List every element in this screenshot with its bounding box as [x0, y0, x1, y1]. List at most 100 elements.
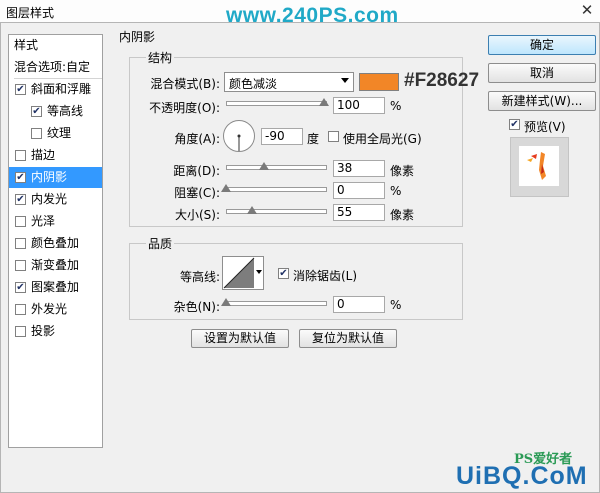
title-bar: 图层样式 www.240PS.com ✕: [0, 0, 600, 27]
contour-curve-icon: [223, 257, 255, 289]
style-checkbox[interactable]: ✔: [15, 194, 26, 205]
section-title: 内阴影: [117, 28, 158, 45]
angle-unit: 度: [307, 132, 320, 146]
style-item-label: 投影: [31, 324, 56, 338]
choke-input[interactable]: 0: [333, 182, 385, 199]
contour-label: 等高线:: [179, 270, 220, 284]
distance-label: 距离(D):: [173, 164, 220, 178]
style-item-label: 光泽: [31, 214, 56, 228]
style-item-label: 内发光: [31, 192, 68, 206]
close-button[interactable]: ✕: [576, 0, 598, 20]
style-item-label: 渐变叠加: [31, 258, 80, 272]
style-list-item[interactable]: ✔ 斜面和浮雕: [9, 79, 102, 100]
chevron-down-icon: [256, 270, 262, 274]
style-checkbox[interactable]: ✔: [31, 106, 42, 117]
color-annotation: #F28627: [404, 70, 480, 91]
opacity-label: 不透明度(O):: [149, 101, 220, 115]
style-checkbox[interactable]: ✔: [15, 282, 26, 293]
shadow-color-swatch[interactable]: [359, 73, 399, 91]
preview-label: 预览(V): [524, 120, 566, 134]
footer-site: UiBQ.CoM: [456, 462, 588, 490]
style-list-item[interactable]: 纹理: [9, 123, 102, 144]
noise-input[interactable]: 0: [333, 296, 385, 313]
noise-label: 杂色(N):: [173, 300, 220, 314]
cancel-button[interactable]: 取消: [488, 63, 596, 83]
preview-image: [527, 152, 546, 180]
new-style-button[interactable]: 新建样式(W)...: [488, 91, 596, 111]
preview-thumbnail: [510, 137, 569, 197]
style-checkbox[interactable]: [15, 238, 26, 249]
choke-slider[interactable]: [226, 187, 327, 192]
blend-mode-label: 混合模式(B):: [150, 77, 220, 91]
choke-slider-thumb[interactable]: [221, 184, 231, 192]
style-checkbox[interactable]: [15, 304, 26, 315]
antialias-label: 消除锯齿(L): [293, 269, 358, 283]
style-item-label: 外发光: [31, 302, 68, 316]
style-list-item[interactable]: ✔ 图案叠加: [9, 277, 102, 298]
choke-label: 阻塞(C):: [174, 186, 220, 200]
distance-unit: 像素: [390, 164, 415, 178]
style-list-item[interactable]: 光泽: [9, 211, 102, 232]
window-title: 图层样式: [6, 6, 55, 20]
distance-slider-thumb[interactable]: [259, 162, 269, 170]
noise-slider[interactable]: [226, 301, 327, 306]
style-list-item[interactable]: 颜色叠加: [9, 233, 102, 254]
style-list: 样式 混合选项:自定 ✔ 斜面和浮雕 ✔ 等高线纹理描边 ✔ 内阴影 ✔ 内发光光泽颜色叠加渐…: [8, 34, 103, 448]
style-checkbox[interactable]: [31, 128, 42, 139]
style-item-label: 等高线: [47, 104, 84, 118]
style-item-label: 内阴影: [31, 170, 68, 184]
size-label: 大小(S):: [174, 208, 220, 222]
choke-unit: %: [390, 184, 402, 198]
preview-checkbox[interactable]: ✔: [509, 119, 520, 130]
reset-default-button[interactable]: 复位为默认值: [299, 329, 397, 348]
quality-title: 品质: [146, 235, 175, 252]
opacity-slider[interactable]: [226, 101, 327, 106]
angle-dial[interactable]: [222, 119, 256, 153]
blend-mode-dropdown[interactable]: 颜色减淡: [224, 72, 354, 92]
style-list-item[interactable]: 渐变叠加: [9, 255, 102, 276]
style-list-item[interactable]: ✔ 等高线: [9, 101, 102, 122]
angle-label: 角度(A):: [174, 132, 220, 146]
size-input[interactable]: 55: [333, 204, 385, 221]
style-item-label: 纹理: [47, 126, 72, 140]
size-unit: 像素: [390, 208, 415, 222]
preview-canvas: [519, 146, 559, 186]
contour-picker[interactable]: [222, 256, 264, 290]
opacity-unit: %: [390, 99, 402, 113]
structure-title: 结构: [146, 49, 175, 66]
blend-mode-value: 颜色减淡: [229, 77, 278, 91]
antialias-checkbox[interactable]: ✔: [278, 268, 289, 279]
noise-unit: %: [390, 298, 402, 312]
style-item-label: 描边: [31, 148, 56, 162]
distance-input[interactable]: 38: [333, 160, 385, 177]
noise-slider-thumb[interactable]: [221, 298, 231, 306]
opacity-input[interactable]: 100: [333, 97, 385, 114]
angle-dial-icon: [223, 120, 255, 152]
style-item-label: 颜色叠加: [31, 236, 80, 250]
blend-options-item[interactable]: 混合选项:自定: [14, 57, 102, 79]
chevron-down-icon: [341, 78, 349, 83]
size-slider[interactable]: [226, 209, 327, 214]
style-list-item[interactable]: ✔ 内发光: [9, 189, 102, 210]
style-list-item[interactable]: 外发光: [9, 299, 102, 320]
style-checkbox[interactable]: [15, 326, 26, 337]
style-checkbox[interactable]: ✔: [15, 84, 26, 95]
style-item-label: 图案叠加: [31, 280, 80, 294]
style-list-item[interactable]: 投影: [9, 321, 102, 342]
size-slider-thumb[interactable]: [247, 206, 257, 214]
global-light-label: 使用全局光(G): [343, 132, 422, 146]
global-light-checkbox[interactable]: [328, 131, 339, 142]
angle-input[interactable]: -90: [261, 128, 303, 145]
style-checkbox[interactable]: [15, 216, 26, 227]
style-list-item[interactable]: ✔ 内阴影: [9, 167, 102, 188]
style-list-item[interactable]: 描边: [9, 145, 102, 166]
style-list-header[interactable]: 样式: [14, 35, 102, 56]
ok-button[interactable]: 确定: [488, 35, 596, 55]
style-checkbox[interactable]: ✔: [15, 172, 26, 183]
style-checkbox[interactable]: [15, 150, 26, 161]
style-item-label: 斜面和浮雕: [31, 82, 92, 96]
distance-slider[interactable]: [226, 165, 327, 170]
style-checkbox[interactable]: [15, 260, 26, 271]
opacity-slider-thumb[interactable]: [319, 98, 329, 106]
make-default-button[interactable]: 设置为默认值: [191, 329, 289, 348]
